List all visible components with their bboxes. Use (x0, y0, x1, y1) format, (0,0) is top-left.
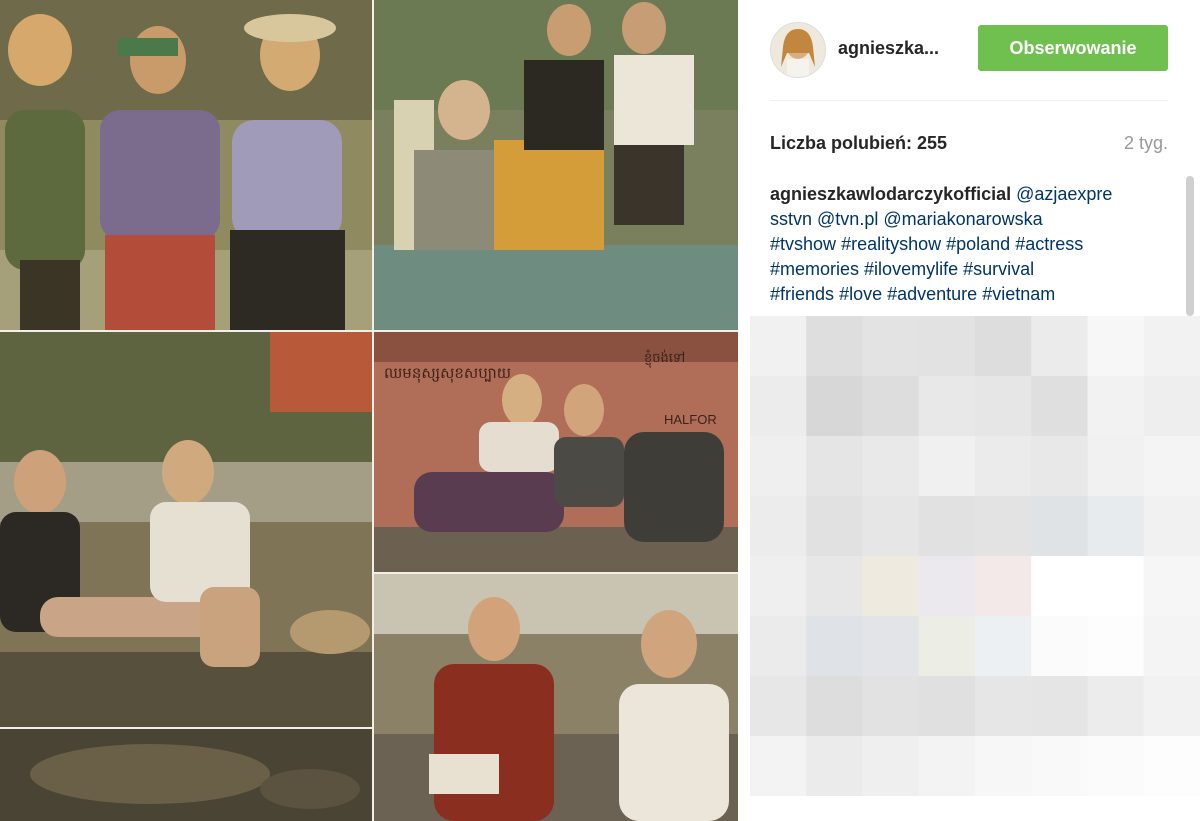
pixel-cell (1087, 556, 1145, 617)
post-time[interactable]: 2 tyg. (1124, 133, 1168, 154)
photo-tile-middle-left (0, 332, 372, 727)
post-header: agnieszka... Obserwowanie (770, 18, 1168, 78)
user-avatar[interactable] (770, 22, 826, 78)
pixel-cell (975, 436, 1032, 497)
pixel-cell (1143, 316, 1200, 377)
pixel-cell (806, 316, 863, 377)
post-photo[interactable]: ឈមនុស្សសុខសប្បាយ ខ្ញុំចង់ទៅ HALFOR (0, 0, 738, 821)
pixel-cell (918, 436, 976, 497)
mention-azjaexpre[interactable]: @azjaexpre (1016, 184, 1112, 204)
pixel-cell (806, 436, 863, 497)
pixel-cell (1031, 676, 1088, 737)
pixel-cell (975, 616, 1032, 677)
hashtag-poland[interactable]: #poland (946, 234, 1010, 254)
pixel-cell (918, 556, 976, 617)
photo-tile-bottom-right (374, 574, 738, 821)
hashtag-actress[interactable]: #actress (1015, 234, 1083, 254)
pixel-cell (750, 316, 807, 377)
pixel-cell (1143, 556, 1200, 617)
photo-tile-top-right (374, 0, 738, 330)
pixel-cell (806, 556, 863, 617)
pixel-cell (806, 736, 863, 797)
hashtag-love[interactable]: #love (839, 284, 882, 304)
pixel-cell (750, 616, 807, 677)
mention-mariakonarowska[interactable]: @mariakonarowska (883, 209, 1042, 229)
mention-sstvn[interactable]: sstvn (770, 209, 812, 229)
header-divider (770, 100, 1168, 101)
pixel-cell (918, 376, 976, 437)
hashtag-ilovemylife[interactable]: #ilovemylife (864, 259, 958, 279)
pixel-cell (862, 616, 920, 677)
pixel-cell (750, 556, 807, 617)
pixel-cell (1143, 436, 1200, 497)
pixel-cell (1143, 496, 1200, 557)
pixel-cell (1143, 736, 1200, 797)
pixel-cell (750, 436, 807, 497)
pixel-cell (975, 676, 1032, 737)
hashtag-tvshow[interactable]: #tvshow (770, 234, 836, 254)
username[interactable]: agnieszka... (838, 38, 939, 59)
photo-tile-bottom-left (0, 729, 372, 821)
pixel-cell (975, 736, 1032, 797)
pixel-cell (750, 496, 807, 557)
pixel-cell (862, 556, 920, 617)
pixel-cell (975, 496, 1032, 557)
pixel-cell (862, 436, 920, 497)
pixel-cell (1031, 436, 1088, 497)
comments-scrollbar[interactable] (1186, 176, 1194, 316)
pixel-cell (862, 316, 920, 377)
pixel-cell (806, 676, 863, 737)
pixel-cell (806, 616, 863, 677)
likes-count[interactable]: Liczba polubień: 255 (770, 133, 947, 154)
pixel-cell (862, 496, 920, 557)
pixel-cell (750, 676, 807, 737)
pixel-cell (918, 496, 976, 557)
pixel-cell (806, 496, 863, 557)
pixel-cell (862, 676, 920, 737)
hashtag-adventure[interactable]: #adventure (887, 284, 977, 304)
hashtag-friends[interactable]: #friends (770, 284, 834, 304)
pixel-cell (1031, 316, 1088, 377)
pixel-cell (1143, 616, 1200, 677)
photo-tile-top-left (0, 0, 372, 330)
pixel-cell (1143, 676, 1200, 737)
pixel-cell (1087, 316, 1145, 377)
pixel-cell (918, 676, 976, 737)
pixel-cell (1087, 736, 1145, 797)
pixel-cell (918, 616, 976, 677)
pixel-cell (1087, 676, 1145, 737)
pixel-cell (1031, 376, 1088, 437)
hashtag-realityshow[interactable]: #realityshow (841, 234, 941, 254)
pixel-cell (1143, 376, 1200, 437)
pixel-cell (918, 316, 976, 377)
hashtag-survival[interactable]: #survival (963, 259, 1034, 279)
post-caption: agnieszkawlodarczykofficial @azjaexpre s… (770, 182, 1150, 307)
following-button[interactable]: Obserwowanie (978, 25, 1168, 71)
pixel-cell (975, 556, 1032, 617)
pixel-cell (918, 736, 976, 797)
pixel-cell (862, 376, 920, 437)
pixelated-comments (750, 316, 1200, 797)
pixel-cell (1087, 436, 1145, 497)
pixel-cell (750, 376, 807, 437)
pixel-cell (862, 736, 920, 797)
hashtag-vietnam[interactable]: #vietnam (982, 284, 1055, 304)
hashtag-memories[interactable]: #memories (770, 259, 859, 279)
pixel-cell (1087, 376, 1145, 437)
pixel-cell (1031, 736, 1088, 797)
pixel-cell (975, 316, 1032, 377)
pixel-cell (806, 376, 863, 437)
pixel-cell (1087, 616, 1145, 677)
pixel-cell (1031, 496, 1088, 557)
pixel-cell (975, 376, 1032, 437)
pixel-cell (750, 736, 807, 797)
caption-author[interactable]: agnieszkawlodarczykofficial (770, 184, 1011, 204)
pixel-cell (1087, 496, 1145, 557)
photo-tile-middle-right: ឈមនុស្សសុខសប្បាយ ខ្ញុំចង់ទៅ HALFOR (374, 332, 738, 572)
mention-tvn-pl[interactable]: @tvn.pl (817, 209, 878, 229)
pixel-cell (1031, 556, 1088, 617)
pixel-cell (1031, 616, 1088, 677)
